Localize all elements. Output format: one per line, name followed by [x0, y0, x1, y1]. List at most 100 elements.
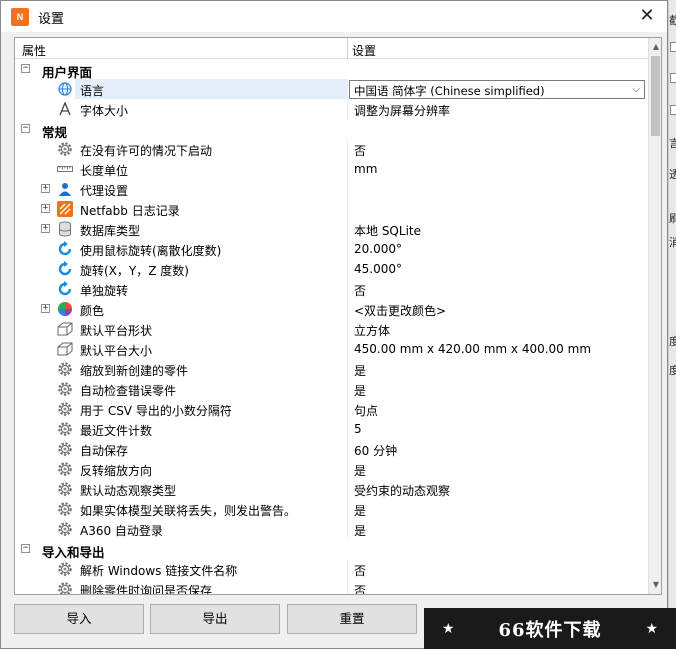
- header-property[interactable]: 属性: [22, 42, 46, 59]
- property-row[interactable]: + 数据库类型 本地 SQLite: [15, 219, 648, 239]
- property-value[interactable]: 否: [354, 562, 366, 579]
- background-text: 度: [669, 335, 676, 348]
- rotate-icon: [57, 241, 73, 257]
- property-row[interactable]: 使用鼠标旋转(离散化度数) 20.000°: [15, 239, 648, 259]
- gear-icon: [57, 421, 73, 437]
- property-row[interactable]: 如果实体模型关联将丢失，则发出警告。 是: [15, 499, 648, 519]
- property-row[interactable]: 字体大小 调整为屏幕分辨率: [15, 99, 648, 119]
- scroll-thumb[interactable]: [651, 56, 660, 136]
- column-divider: [347, 339, 348, 359]
- category-row[interactable]: − 常规: [15, 119, 648, 140]
- expand-icon[interactable]: +: [41, 184, 50, 193]
- background-checkbox: [670, 42, 676, 52]
- grid-header: 属性 设置: [15, 38, 648, 59]
- property-row[interactable]: 在没有许可的情况下启动 否: [15, 139, 648, 159]
- netfabb-icon: [57, 201, 73, 217]
- column-divider: [347, 439, 348, 459]
- chevron-down-icon[interactable]: ⌵: [632, 84, 640, 95]
- background-checkbox: [670, 73, 676, 83]
- gear-icon: [57, 561, 73, 577]
- vertical-scrollbar[interactable]: ▲ ▼: [648, 38, 661, 594]
- category-row[interactable]: − 导入和导出: [15, 539, 648, 560]
- property-value[interactable]: <双击更改颜色>: [354, 302, 446, 319]
- property-value[interactable]: 是: [354, 462, 366, 479]
- expand-icon[interactable]: +: [41, 204, 50, 213]
- property-row[interactable]: 解析 Windows 链接文件名称 否: [15, 559, 648, 579]
- column-divider: [347, 559, 348, 579]
- export-button[interactable]: 导出: [150, 604, 280, 634]
- property-label: 数据库类型: [80, 224, 141, 238]
- property-value[interactable]: 否: [354, 142, 366, 159]
- property-value[interactable]: 450.00 mm x 420.00 mm x 400.00 mm: [354, 342, 591, 356]
- property-row[interactable]: 最近文件计数 5: [15, 419, 648, 439]
- header-divider[interactable]: [347, 38, 348, 59]
- property-value[interactable]: 调整为屏幕分辨率: [354, 102, 450, 119]
- property-label: 默认平台形状: [80, 324, 153, 338]
- property-value[interactable]: 否: [354, 282, 366, 299]
- collapse-icon[interactable]: −: [21, 124, 30, 133]
- property-label: 字体大小: [80, 104, 129, 118]
- column-divider: [347, 499, 348, 519]
- property-row[interactable]: + 颜色 <双击更改颜色>: [15, 299, 648, 319]
- platform-icon: [57, 341, 73, 357]
- property-row[interactable]: 长度单位 mm: [15, 159, 648, 179]
- property-value[interactable]: 是: [354, 362, 366, 379]
- property-value[interactable]: 60 分钟: [354, 442, 397, 459]
- reset-button[interactable]: 重置: [287, 604, 417, 634]
- property-value[interactable]: 本地 SQLite: [354, 222, 421, 239]
- property-row[interactable]: 默认平台形状 立方体: [15, 319, 648, 339]
- property-row[interactable]: + 代理设置: [15, 179, 648, 199]
- property-value[interactable]: 5: [354, 422, 362, 436]
- property-value[interactable]: 是: [354, 502, 366, 519]
- gear-icon: [57, 481, 73, 497]
- scroll-up-icon[interactable]: ▲: [649, 40, 661, 54]
- star-icon: ★: [442, 620, 455, 637]
- collapse-icon[interactable]: −: [21, 544, 30, 553]
- property-row[interactable]: 删除零件时询问是否保存 否: [15, 579, 648, 594]
- property-row[interactable]: 默认平台大小 450.00 mm x 420.00 mm x 400.00 mm: [15, 339, 648, 359]
- property-value[interactable]: 是: [354, 522, 366, 539]
- property-value[interactable]: mm: [354, 162, 377, 176]
- property-value[interactable]: 20.000°: [354, 242, 402, 256]
- background-checkbox: [670, 105, 676, 115]
- property-row[interactable]: 缩放到新创建的零件 是: [15, 359, 648, 379]
- column-divider: [347, 239, 348, 259]
- rotate-icon: [57, 261, 73, 277]
- property-row[interactable]: 自动检查错误零件 是: [15, 379, 648, 399]
- background-text: 言: [669, 137, 676, 150]
- column-divider: [347, 459, 348, 479]
- property-row[interactable]: 用于 CSV 导出的小数分隔符 句点: [15, 399, 648, 419]
- selection-highlight: [75, 79, 347, 99]
- collapse-icon[interactable]: −: [21, 64, 30, 73]
- property-row[interactable]: + Netfabb 日志记录: [15, 199, 648, 219]
- header-setting[interactable]: 设置: [352, 42, 376, 59]
- close-button[interactable]: ✕: [627, 1, 667, 32]
- background-text: 消: [669, 236, 676, 249]
- property-value[interactable]: 是: [354, 382, 366, 399]
- category-row[interactable]: − 用户界面: [15, 59, 648, 80]
- property-row[interactable]: 语言 中国语 简体字 (Chinese simplified) ⌵: [15, 79, 648, 99]
- property-value[interactable]: 受约束的动态观察: [354, 482, 450, 499]
- column-divider: [347, 579, 348, 594]
- gear-icon: [57, 441, 73, 457]
- scroll-down-icon[interactable]: ▼: [649, 578, 661, 592]
- netfabb-app-icon: N: [11, 8, 29, 26]
- property-row[interactable]: A360 自动登录 是: [15, 519, 648, 539]
- property-label: 用于 CSV 导出的小数分隔符: [80, 404, 232, 418]
- property-row[interactable]: 旋转(X，Y，Z 度数) 45.000°: [15, 259, 648, 279]
- property-row[interactable]: 反转缩放方向 是: [15, 459, 648, 479]
- property-label: 语言: [80, 84, 105, 98]
- property-value[interactable]: 45.000°: [354, 262, 402, 276]
- property-value[interactable]: 否: [354, 582, 366, 594]
- property-row[interactable]: 默认动态观察类型 受约束的动态观察: [15, 479, 648, 499]
- property-row[interactable]: 单独旋转 否: [15, 279, 648, 299]
- column-divider: [347, 419, 348, 439]
- expand-icon[interactable]: +: [41, 224, 50, 233]
- language-dropdown-value: 中国语 简体字 (Chinese simplified): [354, 84, 545, 98]
- property-value[interactable]: 立方体: [354, 322, 390, 339]
- property-row[interactable]: 自动保存 60 分钟: [15, 439, 648, 459]
- expand-icon[interactable]: +: [41, 304, 50, 313]
- import-button[interactable]: 导入: [14, 604, 144, 634]
- language-dropdown[interactable]: 中国语 简体字 (Chinese simplified) ⌵: [349, 80, 645, 99]
- property-value[interactable]: 句点: [354, 402, 378, 419]
